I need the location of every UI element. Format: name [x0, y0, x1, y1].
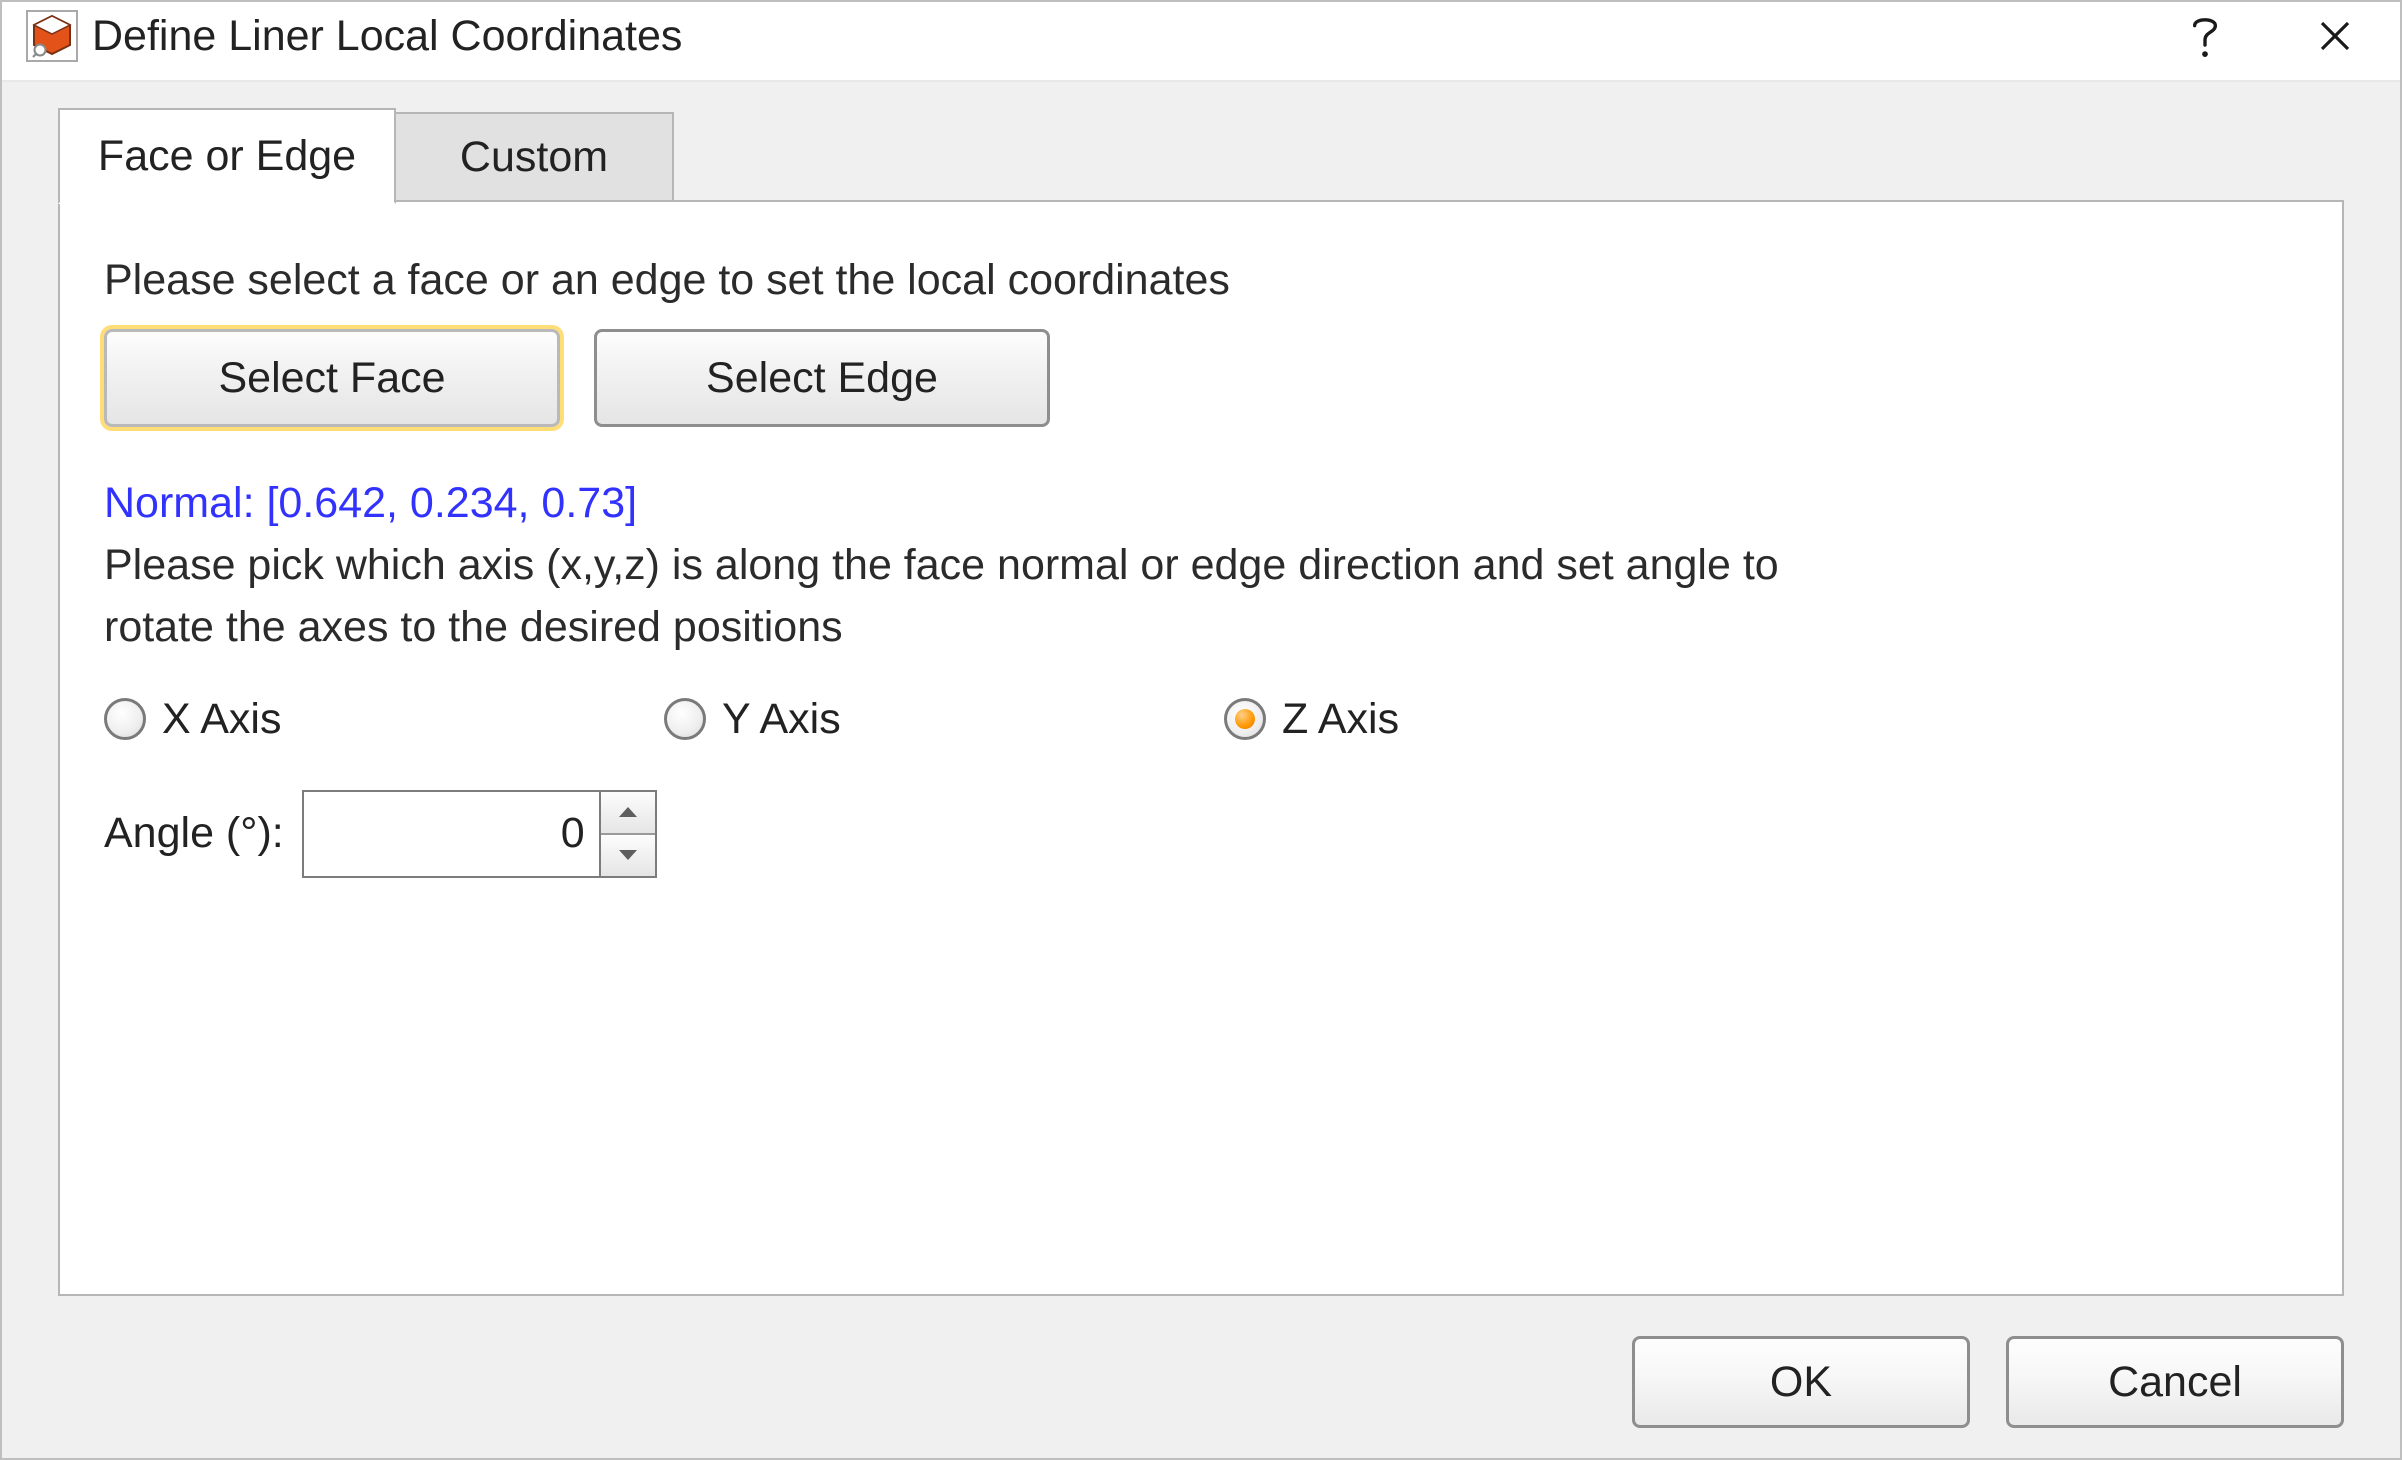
angle-input[interactable] [304, 792, 599, 876]
close-button[interactable] [2290, 8, 2380, 64]
app-icon [26, 10, 78, 62]
tab-label: Face or Edge [98, 132, 356, 181]
button-label: Select Face [218, 354, 445, 403]
ok-button[interactable]: OK [1632, 1336, 1970, 1428]
radio-label: Y Axis [722, 695, 841, 744]
radio-indicator [664, 698, 706, 740]
select-buttons-row: Select Face Select Edge [104, 329, 2298, 427]
angle-label: Angle (°): [104, 809, 284, 858]
radio-label: Z Axis [1282, 695, 1399, 744]
radio-indicator [1224, 698, 1266, 740]
instruction-axis: Please pick which axis (x,y,z) is along … [104, 534, 1884, 659]
tab-label: Custom [460, 133, 608, 182]
select-face-button[interactable]: Select Face [104, 329, 560, 427]
help-button[interactable] [2160, 8, 2250, 64]
instruction-select: Please select a face or an edge to set t… [104, 256, 2298, 305]
titlebar: Define Liner Local Coordinates [2, 2, 2400, 80]
radio-x-axis[interactable]: X Axis [104, 695, 664, 744]
tab-strip: Face or Edge Custom [58, 110, 2344, 202]
spin-buttons [599, 792, 655, 876]
button-label: Select Edge [706, 354, 938, 403]
define-liner-local-coordinates-dialog: Define Liner Local Coordinates Face or E… [0, 0, 2402, 1460]
spin-up-button[interactable] [601, 792, 655, 833]
radio-label: X Axis [162, 695, 282, 744]
cancel-button[interactable]: Cancel [2006, 1336, 2344, 1428]
radio-z-axis[interactable]: Z Axis [1224, 695, 1399, 744]
tab-custom[interactable]: Custom [394, 112, 674, 202]
angle-spinbox [302, 790, 657, 878]
spin-down-button[interactable] [601, 833, 655, 876]
angle-row: Angle (°): [104, 790, 2298, 878]
axis-radio-group: X Axis Y Axis Z Axis [104, 695, 2298, 744]
dialog-footer: OK Cancel [58, 1296, 2344, 1428]
button-label: OK [1770, 1358, 1832, 1407]
select-edge-button[interactable]: Select Edge [594, 329, 1050, 427]
normal-vector-display: Normal: [0.642, 0.234, 0.73] [104, 479, 2298, 528]
tab-panel-face-or-edge: Please select a face or an edge to set t… [58, 200, 2344, 1296]
radio-indicator [104, 698, 146, 740]
radio-y-axis[interactable]: Y Axis [664, 695, 1224, 744]
dialog-title: Define Liner Local Coordinates [92, 12, 2120, 61]
tab-face-or-edge[interactable]: Face or Edge [58, 108, 396, 204]
dialog-body: Face or Edge Custom Please select a face… [2, 80, 2400, 1458]
button-label: Cancel [2108, 1358, 2242, 1407]
